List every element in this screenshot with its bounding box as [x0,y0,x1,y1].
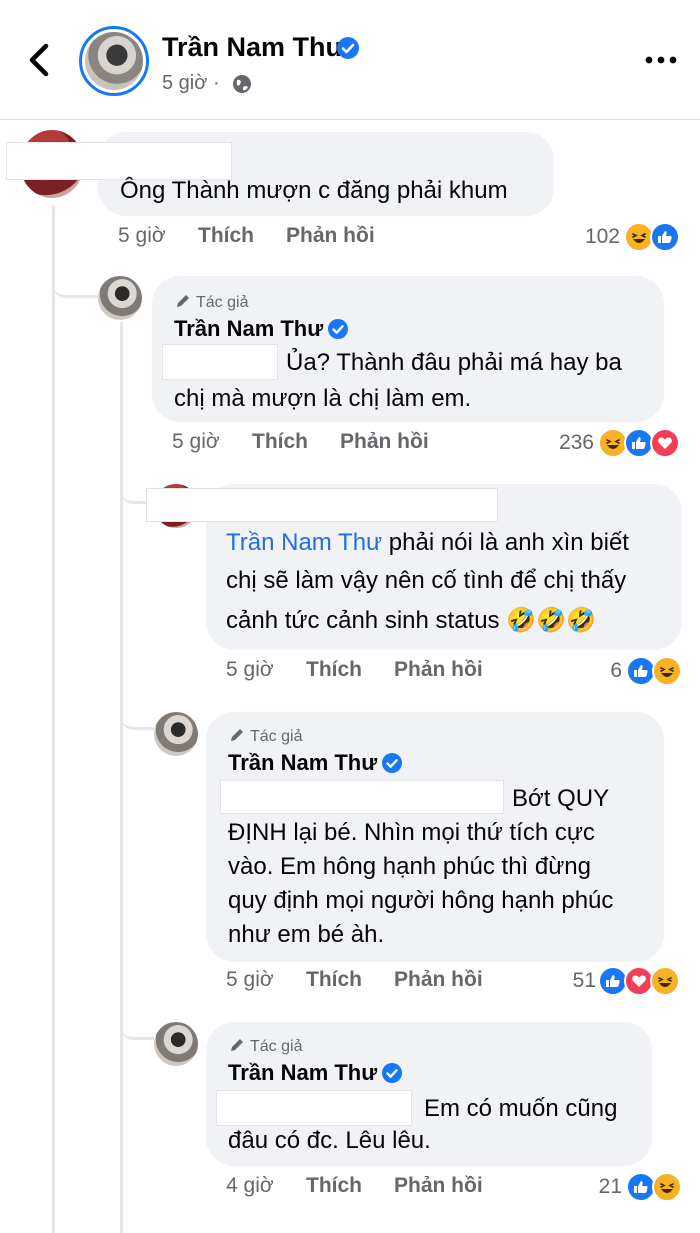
redacted-name [146,488,498,522]
profile-name[interactable]: Trần Nam Thư [162,32,345,63]
thread-line [52,205,55,1233]
comment-text: ĐỊNH lại bé. Nhìn mọi thứ tích cực [228,819,595,846]
post-time: 5 giờ · [162,72,220,94]
author-tag: Tác giả [228,726,302,746]
verified-badge-icon [382,1063,402,1083]
like-button[interactable]: Thích [306,968,362,992]
thread-line [120,322,123,1233]
reaction-count[interactable]: 102 [560,225,620,249]
redacted-mention [162,344,278,380]
redacted-mention [216,1090,412,1126]
reply-button[interactable]: Phản hồi [394,968,483,992]
pen-icon [230,1039,243,1052]
mention-link[interactable]: Trần Nam Thư [226,529,382,556]
comment-text: Trần Nam Thư phải nói là anh xìn biết [226,529,629,556]
comment-text: quy định mọi người hông hạnh phúc [228,887,614,914]
comment-text: chị mà mượn là chị làm em. [174,385,472,412]
more-icon[interactable] [644,50,678,70]
reaction-icons[interactable] [598,428,684,458]
comment-time: 5 giờ [226,968,274,991]
thread-connector [52,270,98,298]
pen-icon [176,295,189,308]
reaction-count[interactable]: 236 [530,431,594,455]
comment-author-name[interactable]: Trần Nam Thư [228,1060,377,1086]
like-button[interactable]: Thích [252,430,308,454]
comment-text: Ủa? Thành đâu phải má hay ba [286,349,622,376]
thread-connector [120,1018,154,1040]
like-button[interactable]: Thích [306,1174,362,1198]
reaction-count[interactable]: 51 [550,969,596,993]
like-button[interactable]: Thích [306,658,362,682]
reaction-icons[interactable] [598,966,684,996]
comment-text: Em có muốn cũng [424,1095,618,1122]
profile-avatar[interactable] [79,26,149,96]
author-avatar[interactable] [98,276,142,320]
verified-badge-icon [337,37,359,59]
reply-button[interactable]: Phản hồi [394,1174,483,1198]
thread-connector [120,708,154,730]
haha-reaction-icon [650,966,680,996]
author-avatar[interactable] [154,712,198,756]
reaction-icons[interactable] [624,222,684,252]
comment-text: cảnh tức cảnh sinh status 🤣🤣🤣 [226,607,596,634]
comment-text: Bớt QUY [512,785,610,812]
comment-text: chị sẽ làm vậy nên cố tình để chị thấy [226,567,627,594]
comment-text: đâu có đc. Lêu lêu. [228,1127,431,1154]
reaction-icons[interactable] [626,656,686,686]
comment-author-name[interactable]: Trần Nam Thư [174,316,323,342]
author-tag: Tác giả [174,292,248,312]
comment-time: 4 giờ [226,1174,274,1197]
pen-icon [230,729,243,742]
verified-badge-icon [328,319,348,339]
author-tag: Tác giả [228,1036,302,1056]
reply-button[interactable]: Phản hồi [340,430,429,454]
comment-author-name[interactable]: Trần Nam Thư [228,750,377,776]
like-reaction-icon [650,222,680,252]
comment-time: 5 giờ [118,224,166,247]
love-reaction-icon [650,428,680,458]
comment-text: vào. Em hông hạnh phúc thì đừng [228,853,591,880]
reply-button[interactable]: Phản hồi [394,658,483,682]
haha-reaction-icon [652,1172,682,1202]
back-chevron-icon[interactable] [22,38,56,82]
comment-time: 5 giờ [226,658,274,681]
author-avatar[interactable] [154,1022,198,1066]
like-button[interactable]: Thích [198,224,254,248]
verified-badge-icon [382,753,402,773]
reply-button[interactable]: Phản hồi [286,224,375,248]
globe-icon [233,75,251,93]
haha-reaction-icon [652,656,682,686]
reaction-count[interactable]: 21 [580,1175,622,1199]
comment-time: 5 giờ [172,430,220,453]
comment-text: Ông Thành mượn c đăng phải khum [120,177,508,204]
reaction-icons[interactable] [626,1172,686,1202]
redacted-mention [220,780,504,814]
post-header: Trần Nam Thư 5 giờ · [0,0,700,120]
reaction-count[interactable]: 6 [580,659,622,683]
comment-text: như em bé àh. [228,921,385,948]
